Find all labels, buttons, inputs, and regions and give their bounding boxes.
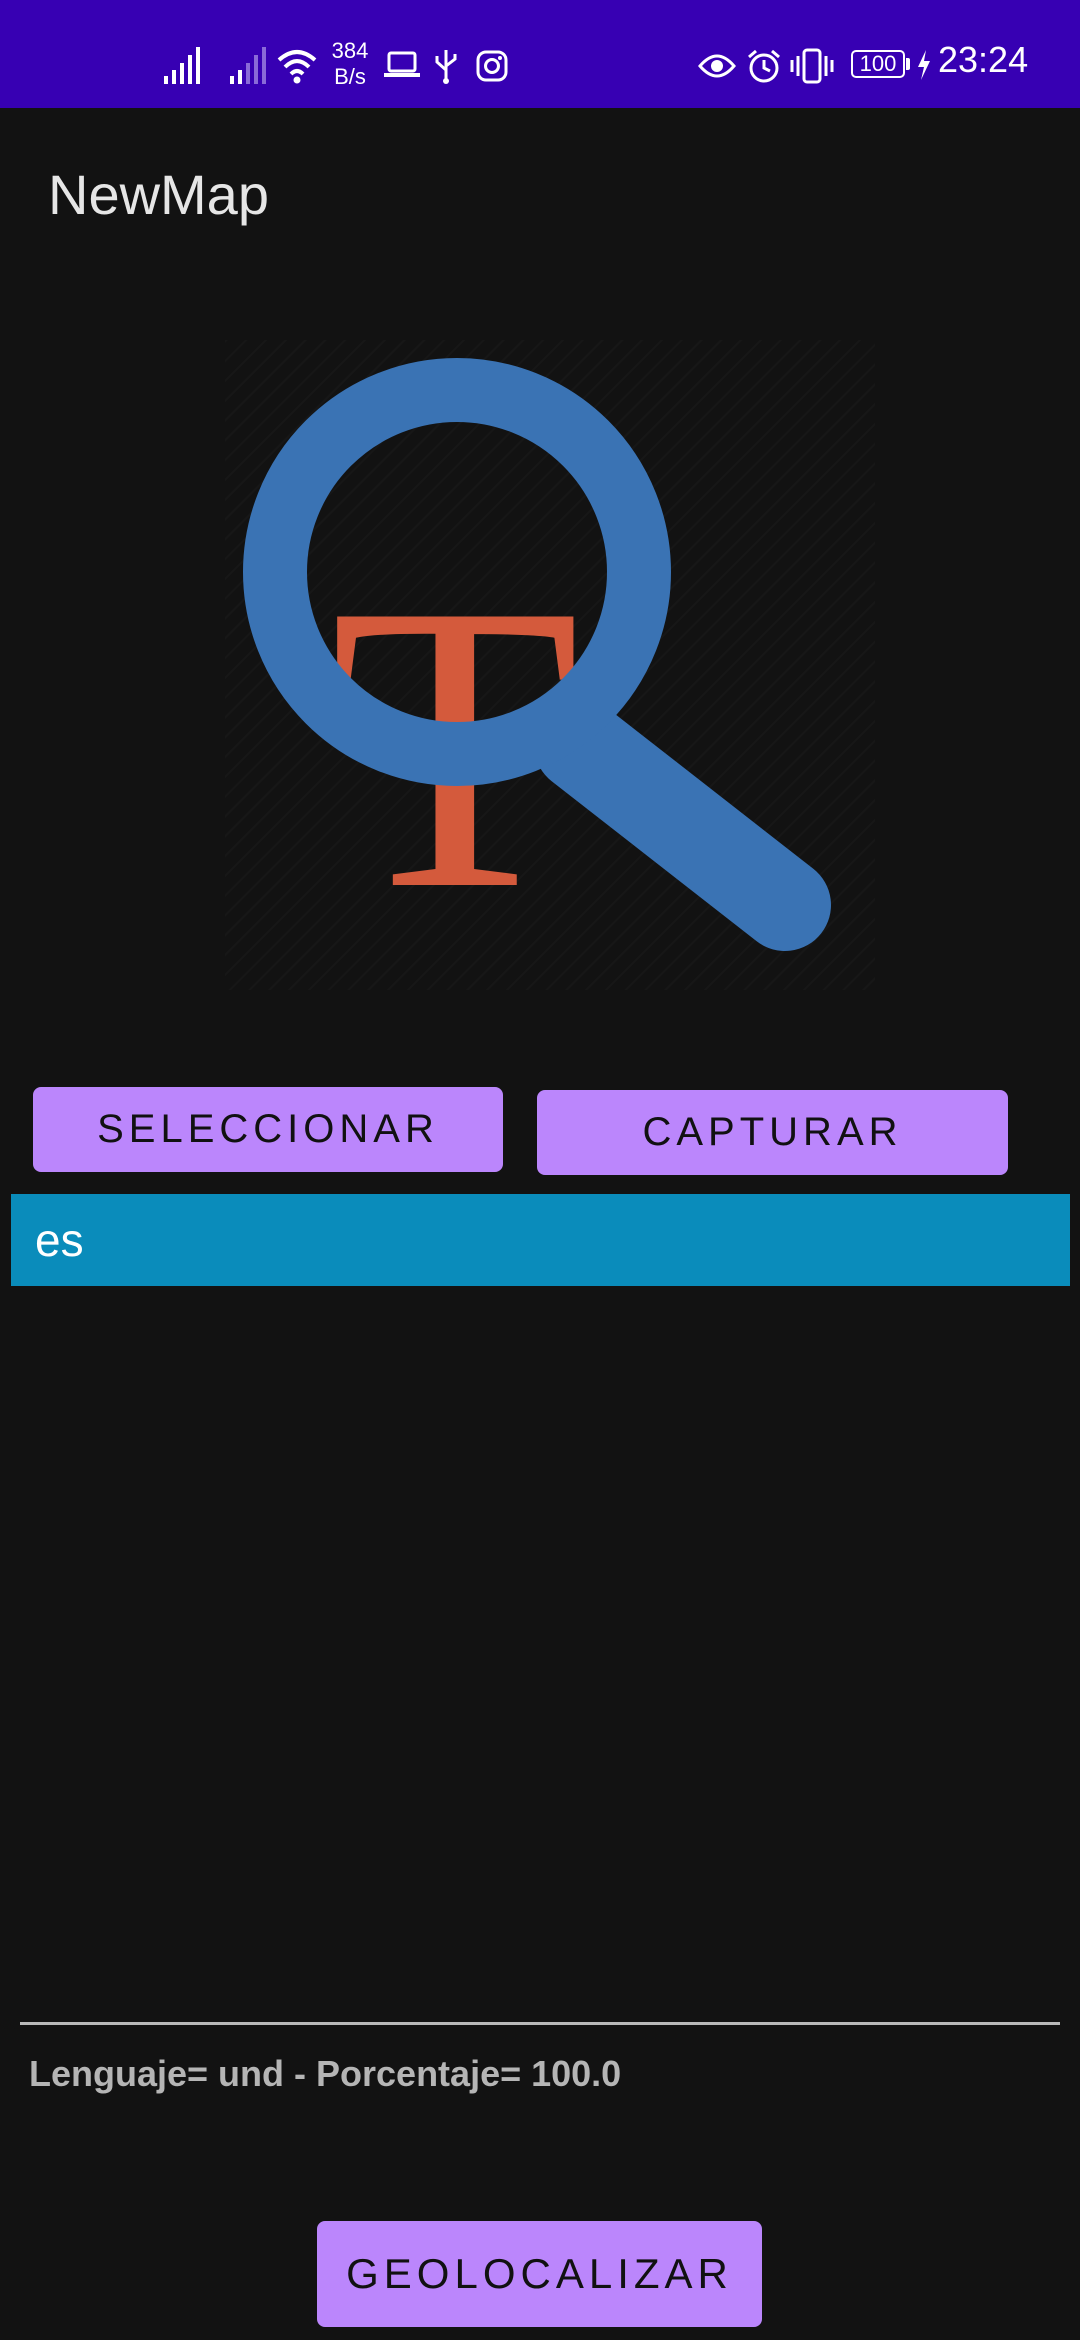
app-title: NewMap: [48, 163, 269, 226]
wifi-icon: [277, 50, 317, 84]
signal-weak-icon: [230, 47, 266, 84]
instagram-icon: [476, 50, 508, 82]
alarm-icon: [748, 49, 780, 83]
status-bar: 384 B/s 100 23:24: [0, 0, 1080, 108]
geolocate-button[interactable]: GEOLOCALIZAR: [317, 2221, 762, 2327]
battery-icon: 100: [851, 50, 905, 78]
eye-icon: [698, 54, 736, 78]
app-logo: T: [225, 340, 875, 990]
charging-icon: [918, 50, 930, 80]
network-speed-value: 384: [331, 38, 369, 63]
divider: [20, 2022, 1060, 2025]
language-field-value: es: [35, 1214, 84, 1266]
laptop-icon: [384, 51, 420, 77]
status-clock: 23:24: [938, 39, 1029, 80]
detection-result: Lenguaje= und - Porcentaje= 100.0: [29, 2053, 622, 2094]
signal-icon: [164, 47, 200, 84]
select-button[interactable]: SELECCIONAR: [33, 1087, 503, 1172]
battery-level: 100: [859, 51, 897, 76]
capture-button[interactable]: CAPTURAR: [537, 1090, 1008, 1175]
network-speed-unit: B/s: [334, 64, 366, 89]
usb-icon: [435, 50, 457, 84]
battery-tip: [906, 58, 910, 70]
vibrate-icon: [790, 48, 834, 84]
network-speed: 384 B/s: [326, 38, 374, 90]
language-field[interactable]: es: [11, 1194, 1070, 1286]
